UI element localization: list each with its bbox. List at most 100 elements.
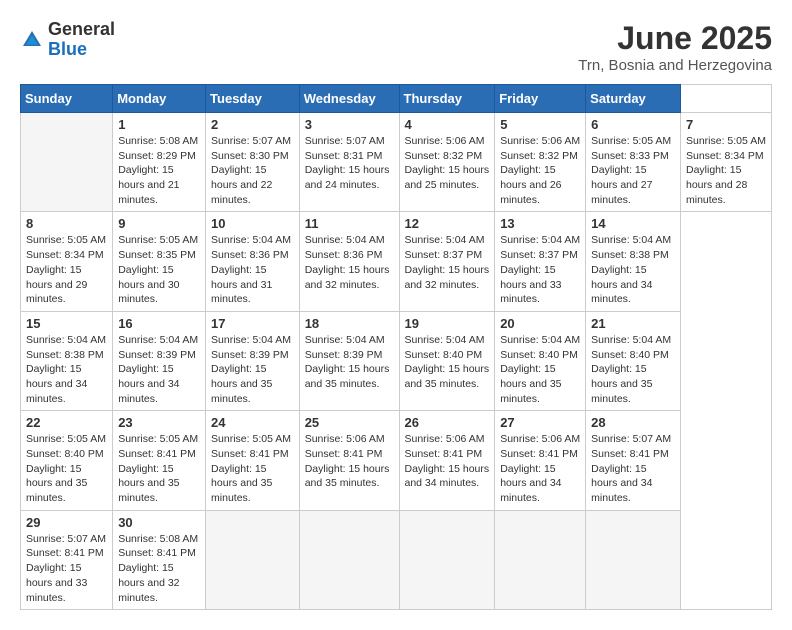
calendar-day-cell: 7 Sunrise: 5:05 AMSunset: 8:34 PMDaylight… [680, 113, 771, 212]
day-number: 7 [686, 117, 766, 132]
day-number: 11 [305, 216, 394, 231]
day-number: 19 [405, 316, 490, 331]
day-info: Sunrise: 5:04 AMSunset: 8:37 PMDaylight:… [500, 233, 580, 306]
logo-icon [20, 28, 44, 52]
day-info: Sunrise: 5:04 AMSunset: 8:39 PMDaylight:… [211, 333, 294, 406]
day-number: 26 [405, 415, 490, 430]
calendar-day-cell [586, 510, 681, 609]
day-info: Sunrise: 5:04 AMSunset: 8:36 PMDaylight:… [305, 233, 394, 292]
calendar-day-cell: 12 Sunrise: 5:04 AMSunset: 8:37 PMDayligh… [399, 212, 495, 311]
day-info: Sunrise: 5:04 AMSunset: 8:40 PMDaylight:… [591, 333, 675, 406]
location-title: Trn, Bosnia and Herzegovina [578, 57, 772, 74]
day-number: 2 [211, 117, 294, 132]
calendar-day-cell: 28 Sunrise: 5:07 AMSunset: 8:41 PMDayligh… [586, 411, 681, 510]
day-number: 21 [591, 316, 675, 331]
calendar-week-row: 8 Sunrise: 5:05 AMSunset: 8:34 PMDaylight… [21, 212, 772, 311]
logo-general: General [48, 19, 115, 39]
day-info: Sunrise: 5:04 AMSunset: 8:40 PMDaylight:… [405, 333, 490, 392]
day-info: Sunrise: 5:06 AMSunset: 8:32 PMDaylight:… [500, 134, 580, 207]
day-number: 25 [305, 415, 394, 430]
weekday-header-sunday: Sunday [21, 85, 113, 113]
calendar-day-cell: 21 Sunrise: 5:04 AMSunset: 8:40 PMDayligh… [586, 311, 681, 410]
calendar-day-cell: 13Sunrise: 5:04 AMSunset: 8:37 PMDayligh… [495, 212, 586, 311]
weekday-header-tuesday: Tuesday [206, 85, 300, 113]
day-info: Sunrise: 5:05 AMSunset: 8:35 PMDaylight:… [118, 233, 200, 306]
calendar-day-cell: 26 Sunrise: 5:06 AMSunset: 8:41 PMDayligh… [399, 411, 495, 510]
day-number: 1 [118, 117, 200, 132]
day-number: 28 [591, 415, 675, 430]
day-info: Sunrise: 5:04 AMSunset: 8:39 PMDaylight:… [305, 333, 394, 392]
calendar-day-cell: 17 Sunrise: 5:04 AMSunset: 8:39 PMDayligh… [206, 311, 300, 410]
day-info: Sunrise: 5:05 AMSunset: 8:40 PMDaylight:… [26, 432, 107, 505]
day-info: Sunrise: 5:07 AMSunset: 8:41 PMDaylight:… [591, 432, 675, 505]
day-info: Sunrise: 5:06 AMSunset: 8:41 PMDaylight:… [405, 432, 490, 491]
calendar-day-cell: 4 Sunrise: 5:06 AMSunset: 8:32 PMDaylight… [399, 113, 495, 212]
calendar-week-row: 29Sunrise: 5:07 AMSunset: 8:41 PMDayligh… [21, 510, 772, 609]
weekday-header-saturday: Saturday [586, 85, 681, 113]
day-info: Sunrise: 5:04 AMSunset: 8:36 PMDaylight:… [211, 233, 294, 306]
logo: General Blue [20, 20, 115, 60]
day-number: 18 [305, 316, 394, 331]
day-info: Sunrise: 5:07 AMSunset: 8:41 PMDaylight:… [26, 532, 107, 605]
day-number: 22 [26, 415, 107, 430]
day-info: Sunrise: 5:05 AMSunset: 8:41 PMDaylight:… [211, 432, 294, 505]
calendar-day-cell: 27 Sunrise: 5:06 AMSunset: 8:41 PMDayligh… [495, 411, 586, 510]
day-number: 6 [591, 117, 675, 132]
day-number: 30 [118, 515, 200, 530]
calendar-day-cell: 29Sunrise: 5:07 AMSunset: 8:41 PMDayligh… [21, 510, 113, 609]
day-number: 16 [118, 316, 200, 331]
day-info: Sunrise: 5:06 AMSunset: 8:41 PMDaylight:… [500, 432, 580, 505]
day-number: 10 [211, 216, 294, 231]
calendar-day-cell: 14Sunrise: 5:04 AMSunset: 8:38 PMDayligh… [586, 212, 681, 311]
day-info: Sunrise: 5:05 AMSunset: 8:41 PMDaylight:… [118, 432, 200, 505]
day-info: Sunrise: 5:08 AMSunset: 8:29 PMDaylight:… [118, 134, 200, 207]
calendar-day-cell: 24Sunrise: 5:05 AMSunset: 8:41 PMDayligh… [206, 411, 300, 510]
title-area: June 2025 Trn, Bosnia and Herzegovina [578, 20, 772, 74]
logo-blue: Blue [48, 39, 87, 59]
day-number: 20 [500, 316, 580, 331]
calendar-week-row: 22 Sunrise: 5:05 AMSunset: 8:40 PMDayligh… [21, 411, 772, 510]
month-title: June 2025 [578, 20, 772, 57]
calendar-day-cell [399, 510, 495, 609]
calendar-day-cell: 25 Sunrise: 5:06 AMSunset: 8:41 PMDayligh… [299, 411, 399, 510]
calendar-day-cell: 6 Sunrise: 5:05 AMSunset: 8:33 PMDaylight… [586, 113, 681, 212]
calendar-day-cell: 2Sunrise: 5:07 AMSunset: 8:30 PMDaylight… [206, 113, 300, 212]
calendar-day-cell: 3Sunrise: 5:07 AMSunset: 8:31 PMDaylight… [299, 113, 399, 212]
calendar-day-cell: 18 Sunrise: 5:04 AMSunset: 8:39 PMDayligh… [299, 311, 399, 410]
day-info: Sunrise: 5:04 AMSunset: 8:37 PMDaylight:… [405, 233, 490, 292]
day-info: Sunrise: 5:04 AMSunset: 8:40 PMDaylight:… [500, 333, 580, 406]
day-number: 12 [405, 216, 490, 231]
page-header: General Blue June 2025 Trn, Bosnia and H… [20, 20, 772, 74]
day-info: Sunrise: 5:05 AMSunset: 8:34 PMDaylight:… [26, 233, 107, 306]
weekday-header-friday: Friday [495, 85, 586, 113]
logo-text: General Blue [48, 20, 115, 60]
day-number: 4 [405, 117, 490, 132]
calendar-day-cell [206, 510, 300, 609]
calendar-day-cell: 23 Sunrise: 5:05 AMSunset: 8:41 PMDayligh… [113, 411, 206, 510]
calendar-table: SundayMondayTuesdayWednesdayThursdayFrid… [20, 84, 772, 610]
calendar-day-cell [299, 510, 399, 609]
calendar-day-cell: 30Sunrise: 5:08 AMSunset: 8:41 PMDayligh… [113, 510, 206, 609]
day-number: 27 [500, 415, 580, 430]
calendar-week-row: 1 Sunrise: 5:08 AMSunset: 8:29 PMDaylight… [21, 113, 772, 212]
weekday-header-wednesday: Wednesday [299, 85, 399, 113]
day-number: 5 [500, 117, 580, 132]
day-info: Sunrise: 5:05 AMSunset: 8:34 PMDaylight:… [686, 134, 766, 207]
day-info: Sunrise: 5:04 AMSunset: 8:39 PMDaylight:… [118, 333, 200, 406]
day-info: Sunrise: 5:04 AMSunset: 8:38 PMDaylight:… [26, 333, 107, 406]
day-info: Sunrise: 5:07 AMSunset: 8:31 PMDaylight:… [305, 134, 394, 193]
day-info: Sunrise: 5:06 AMSunset: 8:41 PMDaylight:… [305, 432, 394, 491]
calendar-day-cell: 9Sunrise: 5:05 AMSunset: 8:35 PMDaylight… [113, 212, 206, 311]
day-number: 17 [211, 316, 294, 331]
calendar-day-cell: 20 Sunrise: 5:04 AMSunset: 8:40 PMDayligh… [495, 311, 586, 410]
day-number: 8 [26, 216, 107, 231]
weekday-header-monday: Monday [113, 85, 206, 113]
day-info: Sunrise: 5:06 AMSunset: 8:32 PMDaylight:… [405, 134, 490, 193]
day-number: 14 [591, 216, 675, 231]
calendar-day-cell: 5 Sunrise: 5:06 AMSunset: 8:32 PMDaylight… [495, 113, 586, 212]
day-info: Sunrise: 5:05 AMSunset: 8:33 PMDaylight:… [591, 134, 675, 207]
calendar-day-cell: 15Sunrise: 5:04 AMSunset: 8:38 PMDayligh… [21, 311, 113, 410]
day-number: 23 [118, 415, 200, 430]
weekday-header-thursday: Thursday [399, 85, 495, 113]
calendar-day-cell [495, 510, 586, 609]
